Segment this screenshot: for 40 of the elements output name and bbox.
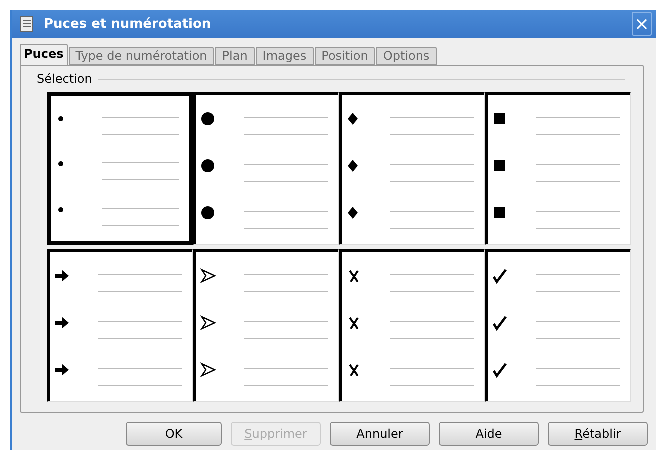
bullet-style-option[interactable]: [339, 92, 485, 245]
tab[interactable]: Position: [314, 47, 376, 65]
bullet-style-option[interactable]: [339, 249, 485, 402]
tab[interactable]: Options: [376, 47, 437, 65]
bullet-dot-icon: [58, 207, 64, 214]
bullet-style-option[interactable]: [485, 249, 631, 402]
checkmark-icon: [492, 268, 508, 284]
square-icon: [492, 158, 508, 174]
dialog-button[interactable]: Aide: [439, 422, 539, 446]
bullet-dot-icon: [58, 161, 64, 168]
section-title: Sélection: [37, 72, 92, 86]
bullet-style-option[interactable]: [485, 92, 631, 245]
bullet-style-option[interactable]: [47, 249, 193, 402]
tab[interactable]: Plan: [215, 47, 255, 65]
dialog-button[interactable]: OK: [126, 422, 222, 446]
arrow-icon: [54, 314, 70, 330]
bullet-style-option[interactable]: [47, 92, 193, 245]
close-button[interactable]: ×: [632, 12, 652, 36]
tab[interactable]: Puces: [20, 44, 68, 65]
bullet-dot-icon: [200, 204, 216, 220]
dialog-button[interactable]: Annuler: [330, 422, 430, 446]
bullet-dot-icon: [200, 158, 216, 174]
square-icon: [492, 110, 508, 126]
bullet-style-option[interactable]: [193, 92, 339, 245]
arrowhead-icon: [200, 268, 216, 284]
checkmark-icon: [492, 314, 508, 330]
checkmark-icon: [492, 362, 508, 378]
arrow-icon: [54, 362, 70, 378]
square-icon: [492, 204, 508, 220]
document-icon: [18, 15, 36, 33]
bullet-dot-icon: [58, 116, 64, 122]
arrowhead-icon: [200, 314, 216, 330]
bullet-dot-icon: [200, 110, 216, 126]
arrow-icon: [54, 268, 70, 284]
window-title: Puces et numérotation: [44, 16, 212, 32]
arrowhead-icon: [200, 362, 216, 378]
tab[interactable]: Type de numérotation: [68, 47, 214, 65]
tab[interactable]: Images: [256, 47, 314, 65]
dialog-button[interactable]: Rétablir: [548, 422, 648, 446]
bullet-style-option[interactable]: [193, 249, 339, 402]
